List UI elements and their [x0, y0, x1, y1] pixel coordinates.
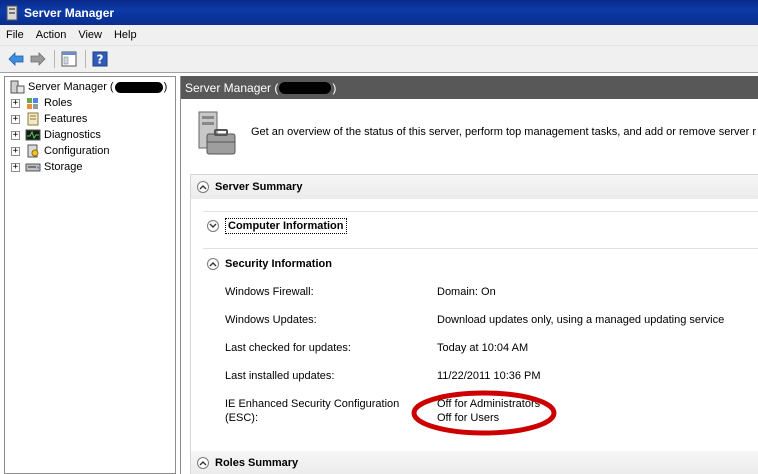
console-tree-icon	[61, 51, 77, 67]
expand-icon[interactable]: +	[11, 114, 20, 124]
tree-item-label: Storage	[44, 161, 83, 173]
forward-button[interactable]	[28, 49, 48, 69]
ie-esc-label: IE Enhanced Security Configuration	[225, 398, 400, 410]
roles-summary-header[interactable]: Roles Summary	[191, 451, 758, 474]
redacted-server-name	[114, 81, 163, 93]
tree-item-label: Features	[44, 113, 88, 125]
security-information-title: Security Information	[225, 258, 332, 270]
toolbar-separator	[54, 50, 55, 68]
forward-arrow-icon	[30, 52, 46, 66]
help-icon: ?	[92, 51, 108, 67]
roles-summary-title: Roles Summary	[215, 457, 299, 469]
content-header-prefix: Server Manager (	[185, 80, 279, 95]
content-header-suffix: )	[332, 80, 337, 95]
roles-icon	[27, 98, 38, 109]
console-tree: Server Manager ( ) + Roles + Features + …	[4, 76, 176, 474]
tree-item-label: Diagnostics	[44, 129, 101, 141]
ie-esc-label-line2: (ESC):	[225, 412, 258, 424]
server-icon	[10, 80, 25, 94]
server-summary-panel: Server Summary Computer Information Secu…	[190, 174, 758, 474]
tree-item-storage[interactable]: + Storage	[11, 159, 83, 175]
collapse-icon[interactable]	[197, 457, 209, 469]
expand-icon[interactable]: +	[11, 146, 20, 156]
security-information-header[interactable]: Security Information	[207, 254, 332, 274]
tree-item-configuration[interactable]: + Configuration	[11, 143, 109, 159]
tree-root-label: Server Manager (	[28, 81, 114, 93]
toolbar: ?	[0, 46, 758, 73]
last-checked-label: Last checked for updates:	[225, 342, 351, 354]
tree-item-features[interactable]: + Features	[11, 111, 87, 127]
tree-root-server-manager[interactable]: Server Manager ( )	[9, 79, 167, 95]
menu-action[interactable]: Action	[36, 29, 67, 41]
divider	[203, 248, 758, 249]
last-installed-label: Last installed updates:	[225, 370, 335, 382]
tree-item-label: Configuration	[44, 145, 110, 157]
windows-updates-label: Windows Updates:	[225, 314, 317, 326]
content-header: Server Manager ( )	[181, 76, 758, 99]
red-highlight-ellipse	[411, 390, 557, 436]
features-icon	[27, 112, 39, 126]
toolbar-separator	[85, 50, 86, 68]
storage-icon	[25, 163, 41, 172]
tree-item-label: Roles	[44, 97, 73, 109]
windows-firewall-value[interactable]: Domain: On	[437, 286, 496, 298]
expand-icon[interactable]: +	[11, 130, 20, 140]
menu-view[interactable]: View	[78, 29, 102, 41]
tree-item-roles[interactable]: + Roles	[11, 95, 72, 111]
server-summary-header[interactable]: Server Summary	[191, 175, 758, 199]
configuration-icon	[27, 144, 39, 158]
tree-root-label-end: )	[163, 81, 168, 93]
expand-icon[interactable]	[207, 220, 219, 232]
server-manager-app-icon	[6, 5, 18, 20]
back-button[interactable]	[6, 49, 26, 69]
title-bar: Server Manager	[0, 0, 758, 25]
server-summary-title: Server Summary	[215, 181, 303, 193]
expand-icon[interactable]: +	[11, 98, 20, 108]
windows-updates-value[interactable]: Download updates only, using a managed u…	[437, 314, 724, 326]
content-pane: Server Manager ( ) Get an overview of th…	[180, 76, 758, 474]
help-button[interactable]: ?	[90, 49, 110, 69]
overview-text: Get an overview of the status of this se…	[251, 126, 757, 138]
computer-information-header[interactable]: Computer Information	[207, 216, 347, 236]
redacted-server-name	[279, 81, 332, 94]
collapse-icon[interactable]	[207, 258, 219, 270]
tree-item-diagnostics[interactable]: + Diagnostics	[11, 127, 101, 143]
svg-text:?: ?	[97, 53, 104, 67]
back-arrow-icon	[8, 52, 24, 66]
last-installed-value[interactable]: 11/22/2011 10:36 PM	[437, 370, 541, 382]
menu-bar: File Action View Help	[0, 25, 758, 46]
show-hide-console-tree-button[interactable]	[59, 49, 79, 69]
window-title: Server Manager	[24, 5, 115, 20]
computer-information-title: Computer Information	[225, 218, 347, 234]
server-toolbox-icon	[198, 111, 236, 155]
diagnostics-icon	[25, 129, 41, 141]
menu-file[interactable]: File	[6, 29, 24, 41]
divider	[203, 211, 758, 212]
windows-firewall-label: Windows Firewall:	[225, 286, 314, 298]
collapse-icon[interactable]	[197, 181, 209, 193]
menu-help[interactable]: Help	[114, 29, 137, 41]
last-checked-value[interactable]: Today at 10:04 AM	[437, 342, 528, 354]
expand-icon[interactable]: +	[11, 162, 20, 172]
overview-banner: Get an overview of the status of this se…	[191, 108, 758, 162]
